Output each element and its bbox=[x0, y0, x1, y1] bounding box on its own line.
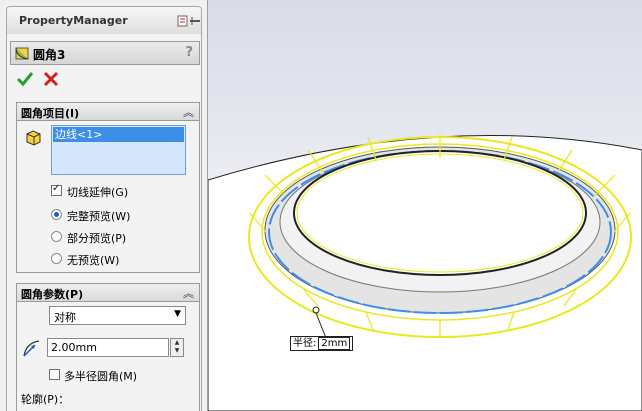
full-preview-radio[interactable] bbox=[51, 209, 62, 220]
collapse-icon[interactable]: ︽ bbox=[183, 104, 194, 120]
fillet-method-select[interactable]: 对称 ▼ bbox=[49, 306, 186, 325]
multi-radius-label: 多半径圆角(M) bbox=[64, 370, 138, 383]
ok-button[interactable] bbox=[16, 70, 34, 88]
feature-name: 圆角3 bbox=[33, 48, 66, 62]
radius-icon bbox=[23, 340, 40, 357]
partial-preview-label: 部分预览(P) bbox=[67, 232, 127, 245]
fillet-items-title: 圆角项目(I) bbox=[21, 107, 80, 120]
radius-callout[interactable]: 半径: 2mm bbox=[290, 336, 354, 351]
fillet-parameters-title: 圆角参数(P) bbox=[21, 288, 84, 301]
help-icon[interactable]: ? bbox=[185, 45, 193, 60]
edges-selection-list[interactable]: 边线<1> bbox=[51, 125, 186, 175]
tangent-propagation-label: 切线延伸(G) bbox=[67, 186, 129, 199]
chevron-down-icon[interactable]: ▼ bbox=[174, 309, 181, 319]
full-preview-label: 完整预览(W) bbox=[67, 210, 131, 223]
property-manager-title: PropertyManager bbox=[19, 14, 128, 27]
feature-header: 圆角3 ? bbox=[10, 41, 200, 65]
cancel-button[interactable] bbox=[42, 70, 60, 88]
fillet-method-value: 对称 bbox=[54, 311, 76, 324]
pin-icon[interactable] bbox=[177, 15, 201, 27]
edge-selection-icon bbox=[26, 130, 41, 146]
selected-edge-item[interactable]: 边线<1> bbox=[53, 127, 184, 142]
radius-spinner[interactable]: ▲ ▼ bbox=[170, 338, 184, 357]
collapse-icon[interactable]: ︽ bbox=[183, 285, 194, 301]
fillet-items-header[interactable]: 圆角项目(I) ︽ bbox=[16, 102, 200, 121]
fillet-parameters-header[interactable]: 圆角参数(P) ︽ bbox=[16, 283, 200, 302]
property-manager-panel: PropertyManager 圆角3 ? 圆角项目(I) ︽ 边线<1> 切线… bbox=[0, 0, 208, 411]
model-view bbox=[208, 134, 642, 411]
fillet-feature-icon bbox=[15, 47, 29, 60]
ring-hole bbox=[293, 150, 587, 276]
spin-up-icon[interactable]: ▲ bbox=[171, 339, 183, 347]
radius-input[interactable]: 2.00mm bbox=[47, 338, 169, 357]
radius-callout-label: 半径: bbox=[293, 338, 317, 349]
spin-down-icon[interactable]: ▼ bbox=[171, 347, 183, 355]
property-manager-tab[interactable]: PropertyManager bbox=[6, 6, 202, 34]
partial-preview-radio[interactable] bbox=[51, 231, 62, 242]
graphics-viewport[interactable]: 半径: 2mm bbox=[208, 0, 642, 411]
multi-radius-checkbox[interactable] bbox=[49, 369, 60, 380]
profile-label: 轮廓(P)： bbox=[21, 393, 70, 406]
no-preview-label: 无预览(W) bbox=[67, 254, 120, 267]
no-preview-radio[interactable] bbox=[51, 253, 62, 264]
tangent-propagation-checkbox[interactable] bbox=[51, 183, 62, 196]
radius-callout-value[interactable]: 2mm bbox=[318, 337, 351, 350]
